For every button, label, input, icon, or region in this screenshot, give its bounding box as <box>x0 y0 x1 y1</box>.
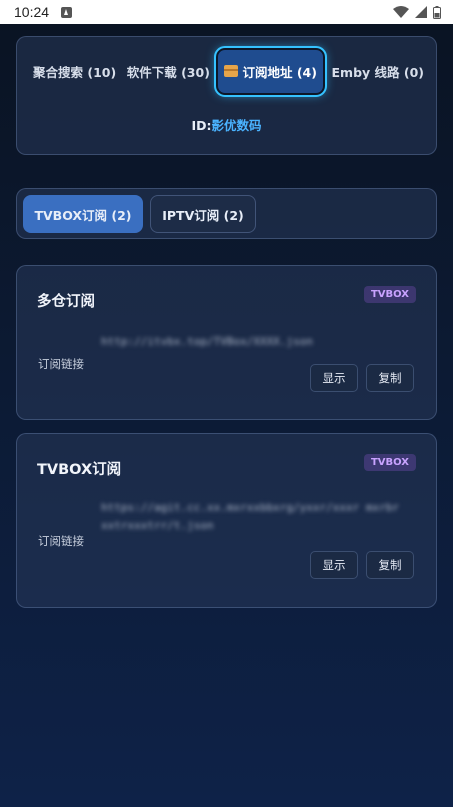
status-time: 10:24 <box>14 4 50 20</box>
status-bar: 10:24 <box>0 0 453 24</box>
tab-label: TVBOX订阅 (2) <box>34 207 132 223</box>
show-button[interactable]: 显示 <box>310 364 358 392</box>
wifi-icon <box>393 6 409 18</box>
status-icons <box>393 5 441 19</box>
type-badge: TVBOX <box>363 454 416 471</box>
tab-emby-routes[interactable]: Emby 线路 (0) <box>328 62 429 81</box>
tab-label: IPTV订阅 (2) <box>162 207 244 223</box>
copy-button[interactable]: 复制 <box>366 551 414 579</box>
subscription-title: TVBOX订阅 <box>37 462 122 478</box>
subscription-url: http://itvbx.top/TVBox/XXXX.json <box>101 335 313 348</box>
subscription-card: TVBOX订阅 TVBOX https://agit.cc.xx.mxrxxbb… <box>16 433 437 608</box>
signal-icon <box>415 6 427 18</box>
category-tabs: 聚合搜索 (10) 软件下载 (30) 订阅地址 (4) Emby 线路 (0) <box>29 45 428 97</box>
category-card: 聚合搜索 (10) 软件下载 (30) 订阅地址 (4) Emby 线路 (0)… <box>16 36 437 155</box>
package-icon <box>224 65 239 77</box>
tab-aggregate-search[interactable]: 聚合搜索 (10) <box>29 62 120 81</box>
subscription-card: 多仓订阅 TVBOX http://itvbx.top/TVBox/XXXX.j… <box>16 265 437 420</box>
tab-iptv-subscription[interactable]: IPTV订阅 (2) <box>150 195 256 233</box>
subscription-type-tabs: TVBOX订阅 (2) IPTV订阅 (2) <box>16 188 437 239</box>
tab-label: 软件下载 (30) <box>126 64 210 80</box>
link-label: 订阅链接 <box>38 357 84 371</box>
tab-label: 订阅地址 (4) <box>242 64 317 80</box>
tab-subscription-address[interactable]: 订阅地址 (4) <box>214 45 327 97</box>
id-value[interactable]: 影优数码 <box>212 118 262 133</box>
type-badge: TVBOX <box>363 286 416 303</box>
id-prefix: ID: <box>191 118 212 133</box>
notification-icon <box>61 6 73 18</box>
tab-label: 聚合搜索 (10) <box>33 64 117 80</box>
tab-tvbox-subscription[interactable]: TVBOX订阅 (2) <box>23 195 143 233</box>
copy-button[interactable]: 复制 <box>366 364 414 392</box>
link-label: 订阅链接 <box>38 534 84 548</box>
subscription-title: 多仓订阅 <box>37 294 95 310</box>
battery-icon <box>433 5 441 19</box>
show-button[interactable]: 显示 <box>310 551 358 579</box>
tab-software-download[interactable]: 软件下载 (30) <box>123 62 214 81</box>
tab-label: Emby 线路 (0) <box>331 64 425 80</box>
subscription-url: https://agit.cc.xx.mxrxxbbxrg/yxxr/xxxr … <box>101 501 400 532</box>
id-line: ID:影优数码 <box>17 115 436 134</box>
